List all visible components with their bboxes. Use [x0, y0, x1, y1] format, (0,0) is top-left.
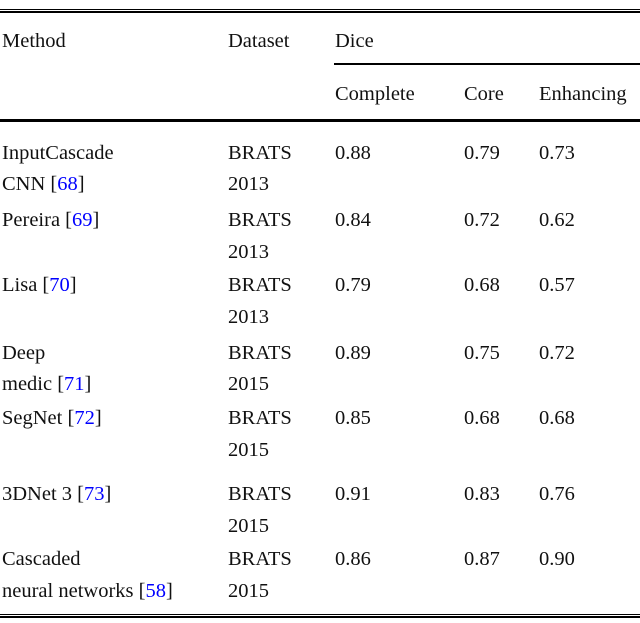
bracket-close: ]: [94, 407, 102, 429]
method-text: Pereira [: [2, 209, 72, 231]
citation-link[interactable]: 70: [49, 274, 70, 296]
table-row: Pereira [69]: [2, 207, 99, 233]
method-text: Lisa [: [2, 274, 50, 296]
bracket-close: ]: [77, 173, 85, 195]
column-header-dataset: Dataset: [228, 30, 290, 52]
citation-link[interactable]: 68: [57, 173, 78, 195]
dataset-name: BRATS: [228, 548, 292, 570]
table-row: Deep: [2, 342, 46, 364]
column-header-complete: Complete: [335, 83, 415, 105]
method-text: medic [: [2, 373, 65, 395]
dataset-year: 2015: [228, 439, 269, 461]
dice-core-value: 0.68: [464, 407, 500, 429]
dice-core-value: 0.75: [464, 342, 500, 364]
dice-enhancing-value: 0.90: [539, 548, 575, 570]
dataset-year: 2015: [228, 515, 269, 537]
dice-complete-value: 0.91: [335, 483, 371, 505]
bracket-close: ]: [69, 274, 77, 296]
table-row: InputCascade: [2, 142, 114, 164]
bracket-close: ]: [84, 373, 92, 395]
method-text: CNN [: [2, 173, 58, 195]
dice-enhancing-value: 0.72: [539, 342, 575, 364]
dataset-name: BRATS: [228, 483, 292, 505]
table-page: Method Dataset Dice Complete Core Enhanc…: [0, 0, 640, 623]
dice-complete-value: 0.79: [335, 274, 371, 296]
table-bottom-rule: [0, 614, 640, 615]
dataset-name: BRATS: [228, 274, 292, 296]
dice-complete-value: 0.89: [335, 342, 371, 364]
table-row: SegNet [72]: [2, 405, 102, 431]
dice-enhancing-value: 0.76: [539, 483, 575, 505]
dataset-year: 2015: [228, 373, 269, 395]
dataset-year: 2015: [228, 580, 269, 602]
dice-enhancing-value: 0.73: [539, 142, 575, 164]
method-text: 3DNet 3 [: [2, 483, 84, 505]
dataset-year: 2013: [228, 306, 269, 328]
table-row: medic [71]: [2, 371, 91, 397]
dice-complete-value: 0.86: [335, 548, 371, 570]
dataset-name: BRATS: [228, 342, 292, 364]
method-text: SegNet [: [2, 407, 75, 429]
citation-link[interactable]: 58: [145, 580, 166, 602]
dataset-name: BRATS: [228, 407, 292, 429]
dice-enhancing-value: 0.57: [539, 274, 575, 296]
dice-core-value: 0.68: [464, 274, 500, 296]
citation-link[interactable]: 72: [74, 407, 95, 429]
dice-core-value: 0.87: [464, 548, 500, 570]
dice-complete-value: 0.85: [335, 407, 371, 429]
dice-core-value: 0.83: [464, 483, 500, 505]
column-header-dice: Dice: [335, 30, 374, 52]
table-row: 3DNet 3 [73]: [2, 481, 111, 507]
citation-link[interactable]: 73: [84, 483, 105, 505]
table-top-rule-inner: [0, 11, 640, 13]
dice-core-value: 0.72: [464, 209, 500, 231]
column-header-method: Method: [2, 30, 66, 52]
header-bottom-rule: [0, 119, 640, 122]
bracket-close: ]: [165, 580, 173, 602]
table-bottom-rule-inner: [0, 616, 640, 618]
bracket-close: ]: [92, 209, 100, 231]
dataset-name: BRATS: [228, 142, 292, 164]
citation-link[interactable]: 69: [72, 209, 93, 231]
dice-enhancing-value: 0.62: [539, 209, 575, 231]
column-header-core: Core: [464, 83, 504, 105]
table-row: Cascaded: [2, 548, 81, 570]
table-row: neural networks [58]: [2, 578, 173, 604]
caption-fragment: [0, 0, 340, 2]
dice-complete-value: 0.88: [335, 142, 371, 164]
dataset-name: BRATS: [228, 209, 292, 231]
dice-group-rule: [334, 63, 640, 65]
citation-link[interactable]: 71: [64, 373, 85, 395]
bracket-close: ]: [104, 483, 112, 505]
dataset-year: 2013: [228, 173, 269, 195]
dataset-year: 2013: [228, 241, 269, 263]
dice-enhancing-value: 0.68: [539, 407, 575, 429]
table-row: Lisa [70]: [2, 272, 77, 298]
table-row: CNN [68]: [2, 171, 85, 197]
column-header-enhancing: Enhancing: [539, 83, 627, 105]
dice-core-value: 0.79: [464, 142, 500, 164]
dice-complete-value: 0.84: [335, 209, 371, 231]
method-text: neural networks [: [2, 580, 146, 602]
